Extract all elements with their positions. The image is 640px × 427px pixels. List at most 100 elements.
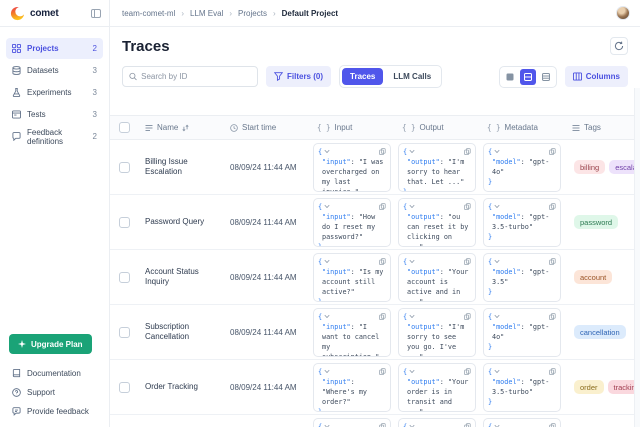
row-checkbox[interactable] bbox=[119, 327, 130, 338]
chevron-down-icon[interactable] bbox=[324, 314, 330, 319]
refresh-button[interactable] bbox=[610, 37, 628, 55]
copy-icon[interactable] bbox=[379, 368, 386, 375]
input-json-cell[interactable]: { "input": "I was overcharged on my last… bbox=[313, 143, 391, 192]
chevron-down-icon[interactable] bbox=[409, 369, 415, 374]
metadata-json-cell[interactable]: { "model": "gpt-3.5-turbo" } bbox=[483, 198, 561, 247]
trace-name[interactable]: Billing Issue Escalation bbox=[140, 157, 225, 177]
output-json-cell[interactable]: { "output": "Your account is active and … bbox=[398, 253, 476, 302]
chevron-down-icon[interactable] bbox=[324, 369, 330, 374]
metadata-json-cell[interactable]: { "model": "gpt-4o" } bbox=[483, 308, 561, 357]
chevron-down-icon[interactable] bbox=[324, 204, 330, 209]
copy-icon[interactable] bbox=[379, 423, 386, 427]
chevron-down-icon[interactable] bbox=[409, 314, 415, 319]
output-json-cell[interactable]: { "output": "Your order is in transit an… bbox=[398, 363, 476, 412]
metadata-json-cell[interactable]: { "model": "gpt-3.5-turbo" } bbox=[483, 363, 561, 412]
output-json-cell[interactable]: { "output": "I've submitted your refund … bbox=[398, 418, 476, 427]
tab-traces[interactable]: Traces bbox=[342, 68, 383, 85]
breadcrumb-workspace[interactable]: team-comet-ml bbox=[122, 9, 175, 18]
output-json-cell[interactable]: { "output": "I'm sorry to see you go. I'… bbox=[398, 308, 476, 357]
table-row[interactable]: Account Status Inquiry 08/09/24 11:44 AM… bbox=[110, 250, 640, 305]
tag-cancellation[interactable]: cancellation bbox=[574, 325, 626, 339]
chevron-down-icon[interactable] bbox=[324, 259, 330, 264]
copy-icon[interactable] bbox=[549, 258, 556, 265]
breadcrumb-llm-eval[interactable]: LLM Eval bbox=[190, 9, 223, 18]
metadata-json-cell[interactable]: { "model": "gpt-3.5" } bbox=[483, 253, 561, 302]
input-json-cell[interactable]: { "input": "How do I reset my password?"… bbox=[313, 198, 391, 247]
chevron-down-icon[interactable] bbox=[409, 149, 415, 154]
sidebar-collapse-icon[interactable] bbox=[91, 9, 101, 18]
copy-icon[interactable] bbox=[549, 148, 556, 155]
sidebar-item-tests[interactable]: Tests 3 bbox=[6, 104, 103, 125]
vertical-scrollbar-track[interactable] bbox=[634, 88, 640, 427]
copy-icon[interactable] bbox=[464, 258, 471, 265]
chevron-down-icon[interactable] bbox=[494, 149, 500, 154]
input-json-cell[interactable]: { "input": "Is my account still active?"… bbox=[313, 253, 391, 302]
row-checkbox[interactable] bbox=[119, 217, 130, 228]
row-checkbox[interactable] bbox=[119, 272, 130, 283]
search-input[interactable] bbox=[141, 72, 251, 81]
input-json-cell[interactable]: { "input": "Where's my order?" } bbox=[313, 363, 391, 412]
copy-icon[interactable] bbox=[379, 258, 386, 265]
row-checkbox[interactable] bbox=[119, 382, 130, 393]
metadata-json-cell[interactable]: { "model": "gpt-4o" } bbox=[483, 143, 561, 192]
trace-name[interactable]: Subscription Cancellation bbox=[140, 322, 225, 342]
output-json-cell[interactable]: { "output": "I'm sorry to hear that. Let… bbox=[398, 143, 476, 192]
search-box[interactable] bbox=[122, 66, 258, 87]
table-row[interactable]: Billing Issue Escalation 08/09/24 11:44 … bbox=[110, 140, 640, 195]
table-row[interactable]: Refund Request 08/09/24 11:44 AM { "inpu… bbox=[110, 415, 640, 427]
copy-icon[interactable] bbox=[464, 148, 471, 155]
chevron-down-icon[interactable] bbox=[409, 259, 415, 264]
chevron-down-icon[interactable] bbox=[494, 314, 500, 319]
copy-icon[interactable] bbox=[379, 313, 386, 320]
breadcrumb-projects[interactable]: Projects bbox=[238, 9, 267, 18]
tab-llm-calls[interactable]: LLM Calls bbox=[385, 68, 439, 85]
copy-icon[interactable] bbox=[549, 423, 556, 427]
copy-icon[interactable] bbox=[464, 203, 471, 210]
copy-icon[interactable] bbox=[464, 313, 471, 320]
row-height-large-button[interactable] bbox=[538, 69, 554, 85]
select-all-checkbox[interactable] bbox=[119, 122, 130, 133]
table-row[interactable]: Password Query 08/09/24 11:44 AM { "inpu… bbox=[110, 195, 640, 250]
tag-password[interactable]: password bbox=[574, 215, 618, 229]
sidebar-item-experiments[interactable]: Experiments 3 bbox=[6, 82, 103, 103]
chevron-down-icon[interactable] bbox=[494, 204, 500, 209]
row-height-medium-button[interactable] bbox=[520, 69, 536, 85]
metadata-json-cell[interactable]: { "model": "gpt-3.5" } bbox=[483, 418, 561, 427]
table-row[interactable]: Subscription Cancellation 08/09/24 11:44… bbox=[110, 305, 640, 360]
row-checkbox[interactable] bbox=[119, 162, 130, 173]
row-height-small-button[interactable] bbox=[502, 69, 518, 85]
tag-billing[interactable]: billing bbox=[574, 160, 605, 174]
trace-name[interactable]: Password Query bbox=[140, 217, 204, 227]
chevron-down-icon[interactable] bbox=[409, 204, 415, 209]
copy-icon[interactable] bbox=[379, 203, 386, 210]
sort-icon[interactable] bbox=[182, 124, 189, 132]
sidebar-item-projects[interactable]: Projects 2 bbox=[6, 38, 103, 59]
sidebar-item-feedback-definitions[interactable]: Feedback definitions 2 bbox=[6, 126, 103, 147]
copy-icon[interactable] bbox=[549, 368, 556, 375]
table-row[interactable]: Order Tracking 08/09/24 11:44 AM { "inpu… bbox=[110, 360, 640, 415]
upgrade-plan-button[interactable]: Upgrade Plan bbox=[9, 334, 92, 354]
chevron-down-icon[interactable] bbox=[324, 149, 330, 154]
copy-icon[interactable] bbox=[464, 368, 471, 375]
sidebar-item-provide-feedback[interactable]: Provide feedback bbox=[6, 402, 103, 421]
chevron-down-icon[interactable] bbox=[494, 259, 500, 264]
copy-icon[interactable] bbox=[464, 423, 471, 427]
copy-icon[interactable] bbox=[549, 203, 556, 210]
sidebar-item-documentation[interactable]: Documentation bbox=[6, 364, 103, 383]
input-json-cell[interactable]: { "input": "Can I get a refund for my la… bbox=[313, 418, 391, 427]
columns-button[interactable]: Columns bbox=[565, 66, 628, 87]
filters-button[interactable]: Filters (0) bbox=[266, 66, 331, 87]
chevron-down-icon[interactable] bbox=[494, 369, 500, 374]
copy-icon[interactable] bbox=[549, 313, 556, 320]
user-avatar[interactable] bbox=[616, 6, 630, 20]
tag-account[interactable]: account bbox=[574, 270, 612, 284]
trace-name[interactable]: Account Status Inquiry bbox=[140, 267, 225, 287]
tag-order[interactable]: order bbox=[574, 380, 604, 394]
input-json-cell[interactable]: { "input": "I want to cancel my subscrip… bbox=[313, 308, 391, 357]
sidebar-item-support[interactable]: Support bbox=[6, 383, 103, 402]
header-name[interactable]: Name bbox=[140, 123, 225, 132]
sidebar-item-datasets[interactable]: Datasets 3 bbox=[6, 60, 103, 81]
output-json-cell[interactable]: { "output": "ou can reset it by clicking… bbox=[398, 198, 476, 247]
copy-icon[interactable] bbox=[379, 148, 386, 155]
trace-name[interactable]: Order Tracking bbox=[140, 382, 198, 392]
